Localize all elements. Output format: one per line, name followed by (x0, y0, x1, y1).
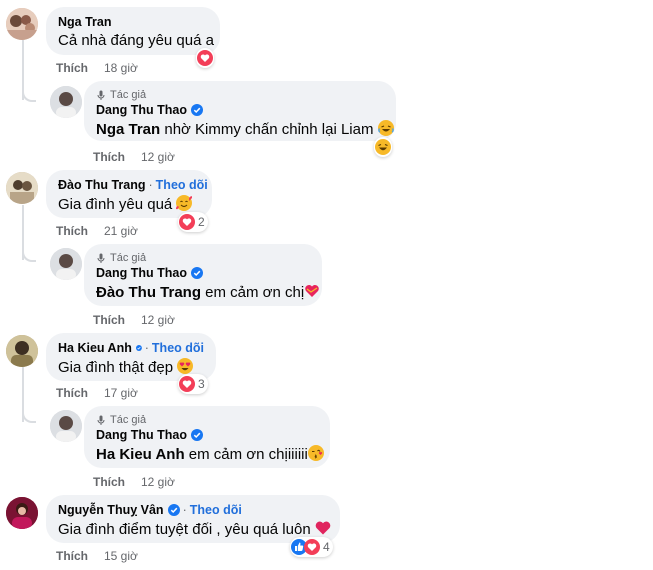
comment-bubble: Đào Thu Trang · Theo dõi Gia đình yêu qu… (46, 170, 212, 218)
commenter-name[interactable]: Nguyễn Thuỵ Vân (58, 503, 164, 517)
commenter-name[interactable]: Dang Thu Thao (96, 266, 187, 280)
reply-bubble: Tác giả Dang Thu Thao Đào Thu Trang em c… (84, 244, 322, 306)
like-button[interactable]: Thích (56, 61, 88, 75)
timestamp[interactable]: 12 giờ (141, 475, 175, 489)
reaction-count: 2 (198, 215, 205, 229)
mention-link[interactable]: Đào Thu Trang (96, 284, 201, 301)
like-button[interactable]: Thích (93, 150, 125, 164)
timestamp[interactable]: 15 giờ (104, 549, 138, 563)
red-heart-emoji-icon (315, 521, 331, 535)
heart-eyes-emoji-icon (177, 358, 194, 374)
reaction-summary[interactable]: 3 (178, 374, 208, 394)
reaction-summary[interactable] (196, 48, 214, 68)
follow-button[interactable]: Theo dõi (156, 178, 208, 192)
timestamp[interactable]: 12 giờ (141, 313, 175, 327)
avatar-photo-icon (6, 8, 38, 40)
avatar-photo-icon (50, 86, 82, 118)
heart-icon (304, 539, 320, 555)
avatar-photo-icon (6, 497, 38, 529)
verified-badge-icon (190, 267, 203, 279)
verified-badge-icon (190, 429, 203, 441)
verified-badge-icon (190, 104, 203, 116)
like-button[interactable]: Thích (56, 549, 88, 563)
follow-button[interactable]: Theo dõi (190, 503, 242, 517)
comment-text: Cả nhà đáng yêu quá a (58, 32, 214, 49)
like-button[interactable]: Thích (93, 475, 125, 489)
comment-bubble: Nguyễn Thuỵ Vân · Theo dõi Gia đình điểm… (46, 495, 340, 543)
author-badge: Tác giả (110, 414, 147, 426)
like-button[interactable]: Thích (93, 313, 125, 327)
reply-text: Đào Thu Trang em cảm ơn chị (96, 283, 319, 301)
reaction-count: 3 (198, 377, 205, 391)
microphone-icon (97, 415, 105, 425)
avatar-dang-thu-thao[interactable] (50, 86, 82, 118)
microphone-icon (97, 90, 105, 100)
avatar-dao-thu-trang[interactable] (6, 172, 38, 204)
commenter-name[interactable]: Nga Tran (58, 15, 112, 29)
thread-connector (22, 405, 36, 423)
laughing-icon (375, 139, 391, 155)
reply-text: Ha Kieu Anh em cảm ơn chịiiiiii (96, 445, 324, 463)
reaction-summary[interactable] (374, 137, 392, 157)
comment-text: Gia đình yêu quá (58, 195, 200, 213)
timestamp[interactable]: 12 giờ (141, 150, 175, 164)
avatar-dang-thu-thao[interactable] (50, 410, 82, 442)
laughing-emoji-icon (377, 120, 394, 136)
avatar-photo-icon (6, 172, 38, 204)
heart-icon (179, 214, 195, 230)
author-badge: Tác giả (110, 252, 147, 264)
comment-text: Gia đình điểm tuyệt đối , yêu quá luôn (58, 520, 331, 538)
reaction-count: 4 (323, 540, 330, 554)
reaction-summary[interactable]: 2 (178, 212, 208, 232)
avatar-ha-kieu-anh[interactable] (6, 335, 38, 367)
avatar-photo-icon (6, 335, 38, 367)
like-button[interactable]: Thích (56, 224, 88, 238)
avatar-photo-icon (50, 410, 82, 442)
commenter-name[interactable]: Dang Thu Thao (96, 103, 187, 117)
commenter-name[interactable]: Đào Thu Trang (58, 178, 146, 192)
verified-badge-icon (167, 504, 180, 516)
smiling-hearts-emoji-icon (176, 195, 193, 211)
reaction-summary[interactable]: 4 (290, 537, 333, 557)
reply-bubble: Tác giả Dang Thu Thao Ha Kieu Anh em cảm… (84, 406, 330, 468)
reply-bubble: Tác giả Dang Thu Thao Nga Tran nhờ Kimmy… (84, 81, 396, 141)
commenter-name[interactable]: Ha Kieu Anh (58, 341, 132, 355)
kiss-emoji-icon (307, 445, 324, 461)
avatar-nga-tran[interactable] (6, 8, 38, 40)
thread-connector (22, 244, 36, 262)
timestamp[interactable]: 18 giờ (104, 61, 138, 75)
mention-link[interactable]: Ha Kieu Anh (96, 446, 185, 463)
follow-button[interactable]: Theo dõi (152, 341, 204, 355)
like-button[interactable]: Thích (56, 386, 88, 400)
author-badge: Tác giả (110, 89, 147, 101)
commenter-name[interactable]: Dang Thu Thao (96, 428, 187, 442)
avatar-photo-icon (50, 248, 82, 280)
timestamp[interactable]: 17 giờ (104, 386, 138, 400)
comment-bubble: Nga Tran Cả nhà đáng yêu quá a (46, 7, 220, 55)
mention-link[interactable]: Nga Tran (96, 121, 160, 138)
verified-badge-icon (135, 345, 142, 351)
comment-text: Gia đình thật đẹp (58, 358, 204, 376)
timestamp[interactable]: 21 giờ (104, 224, 138, 238)
thread-connector (22, 84, 36, 102)
microphone-icon (97, 253, 105, 263)
avatar-nguyen-thuy-van[interactable] (6, 497, 38, 529)
avatar-dang-thu-thao[interactable] (50, 248, 82, 280)
heart-ribbon-emoji-icon (305, 285, 319, 297)
reply-text: Nga Tran nhờ Kimmy chấn chỉnh lại Liam (96, 120, 394, 138)
heart-icon (197, 50, 213, 66)
heart-icon (179, 376, 195, 392)
